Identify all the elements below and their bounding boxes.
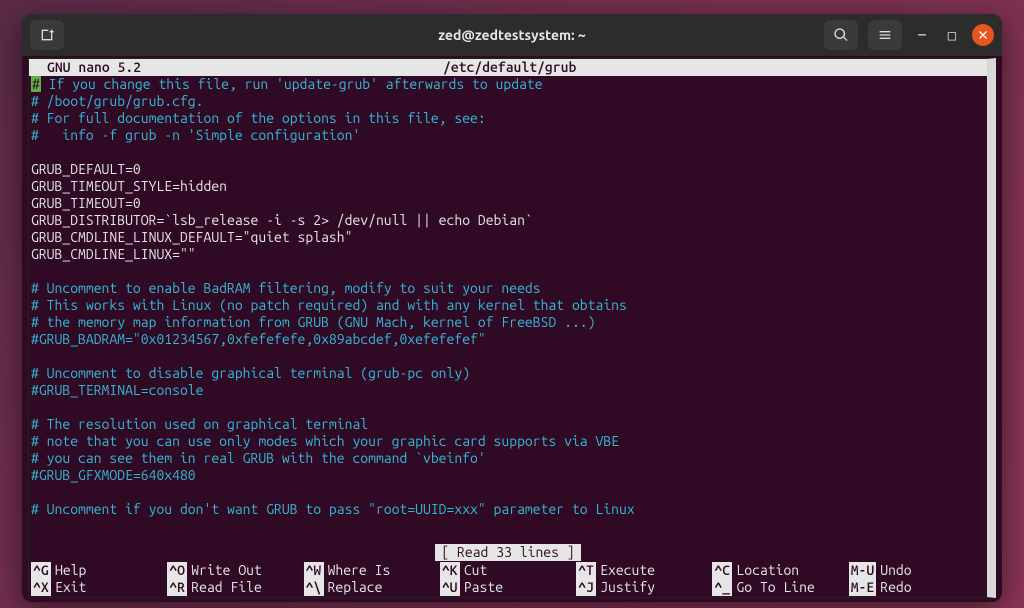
editor-line	[31, 263, 985, 280]
hamburger-menu-button[interactable]	[868, 20, 902, 50]
shortcuts-bar: ^GHelp^OWrite Out^WWhere Is^KCut^TExecut…	[29, 562, 987, 597]
shortcut-item: ^WWhere Is	[304, 562, 440, 579]
shortcut-item: ^CLocation	[712, 562, 848, 579]
shortcut-item: ^RRead File	[167, 579, 303, 596]
close-button[interactable]	[972, 24, 994, 46]
editor-line: # If you change this file, run 'update-g…	[31, 76, 985, 93]
editor-line: #GRUB_TERMINAL=console	[31, 382, 985, 399]
shortcut-key: ^O	[167, 562, 187, 579]
shortcut-item: ^JJustify	[576, 579, 712, 596]
shortcut-key: ^_	[712, 579, 732, 596]
shortcut-label: Justify	[600, 579, 655, 596]
shortcut-item: ^\Replace	[304, 579, 440, 596]
shortcut-item: M-ERedo	[849, 579, 985, 596]
shortcut-item: ^OWrite Out	[167, 562, 303, 579]
editor-line: GRUB_DEFAULT=0	[31, 161, 985, 178]
shortcut-label: Redo	[880, 579, 911, 596]
shortcut-item: ^KCut	[440, 562, 576, 579]
editor-line: #GRUB_BADRAM="0x01234567,0xfefefefe,0x89…	[31, 331, 985, 348]
editor-line: # info -f grub -n 'Simple configuration'	[31, 127, 985, 144]
terminal-area[interactable]: GNU nano 5.2 /etc/default/grub # If you …	[22, 56, 1002, 602]
editor-line: # This works with Linux (no patch requir…	[31, 297, 985, 314]
terminal-window: zed@zedtestsystem: ~ ─ □ GNU nano 5.2 /e…	[22, 14, 1002, 602]
editor-line: GRUB_DISTRIBUTOR=`lsb_release -i -s 2> /…	[31, 212, 985, 229]
shortcut-key: ^X	[31, 579, 51, 596]
editor-line: # For full documentation of the options …	[31, 110, 985, 127]
editor-line	[31, 348, 985, 365]
status-text: [ Read 33 lines ]	[435, 544, 580, 561]
window-title: zed@zedtestsystem: ~	[438, 27, 586, 43]
shortcut-key: ^R	[167, 579, 187, 596]
shortcut-item: ^XExit	[31, 579, 167, 596]
editor-line: # you can see them in real GRUB with the…	[31, 450, 985, 467]
shortcut-item: ^_Go To Line	[712, 579, 848, 596]
editor-line: GRUB_CMDLINE_LINUX=""	[31, 246, 985, 263]
shortcut-label: Go To Line	[736, 579, 814, 596]
editor-line: GRUB_TIMEOUT_STYLE=hidden	[31, 178, 985, 195]
editor-line: # note that you can use only modes which…	[31, 433, 985, 450]
shortcut-key: ^U	[440, 579, 460, 596]
shortcut-key: ^T	[576, 562, 596, 579]
shortcut-label: Execute	[600, 562, 655, 579]
shortcut-key: M-U	[849, 562, 877, 579]
editor-line	[31, 144, 985, 161]
editor-line	[31, 399, 985, 416]
nano-file-path: /etc/default/grub	[443, 59, 983, 76]
nano-header: GNU nano 5.2 /etc/default/grub	[29, 59, 987, 76]
editor-line: #GRUB_GFXMODE=640x480	[31, 467, 985, 484]
editor-line: # The resolution used on graphical termi…	[31, 416, 985, 433]
editor-line: # Uncomment if you don't want GRUB to pa…	[31, 501, 985, 518]
new-tab-button[interactable]	[30, 20, 64, 50]
shortcut-key: M-E	[849, 579, 877, 596]
shortcut-key: ^K	[440, 562, 460, 579]
editor-line: GRUB_TIMEOUT=0	[31, 195, 985, 212]
shortcut-label: Exit	[55, 579, 86, 596]
shortcut-label: Location	[736, 562, 799, 579]
editor-line: # the memory map information from GRUB (…	[31, 314, 985, 331]
shortcut-label: Help	[55, 562, 86, 579]
shortcut-key: ^\	[304, 579, 324, 596]
minimize-button[interactable]: ─	[912, 27, 932, 43]
maximize-button[interactable]: □	[942, 27, 962, 44]
shortcut-key: ^J	[576, 579, 596, 596]
cursor: #	[31, 76, 41, 92]
editor-line	[31, 484, 985, 501]
shortcut-key: ^C	[712, 562, 732, 579]
shortcut-label: Replace	[328, 579, 383, 596]
shortcut-label: Where Is	[328, 562, 391, 579]
nano-app-name: GNU nano 5.2	[33, 59, 443, 76]
editor-content[interactable]: # If you change this file, run 'update-g…	[29, 76, 987, 518]
editor-line: # Uncomment to disable graphical termina…	[31, 365, 985, 382]
status-line: [ Read 33 lines ]	[29, 544, 987, 561]
shortcut-label: Write Out	[191, 562, 262, 579]
shortcut-item: ^TExecute	[576, 562, 712, 579]
shortcut-label: Cut	[464, 562, 488, 579]
shortcut-label: Undo	[880, 562, 911, 579]
search-button[interactable]	[824, 20, 858, 50]
editor-line: # Uncomment to enable BadRAM filtering, …	[31, 280, 985, 297]
shortcut-key: ^G	[31, 562, 51, 579]
editor-line: # /boot/grub/grub.cfg.	[31, 93, 985, 110]
shortcut-key: ^W	[304, 562, 324, 579]
shortcut-item: ^GHelp	[31, 562, 167, 579]
shortcut-label: Paste	[464, 579, 503, 596]
titlebar: zed@zedtestsystem: ~ ─ □	[22, 14, 1002, 56]
editor-line: GRUB_CMDLINE_LINUX_DEFAULT="quiet splash…	[31, 229, 985, 246]
shortcut-item: M-UUndo	[849, 562, 985, 579]
shortcut-label: Read File	[191, 579, 262, 596]
terminal-inner: GNU nano 5.2 /etc/default/grub # If you …	[28, 58, 996, 598]
shortcut-item: ^UPaste	[440, 579, 576, 596]
